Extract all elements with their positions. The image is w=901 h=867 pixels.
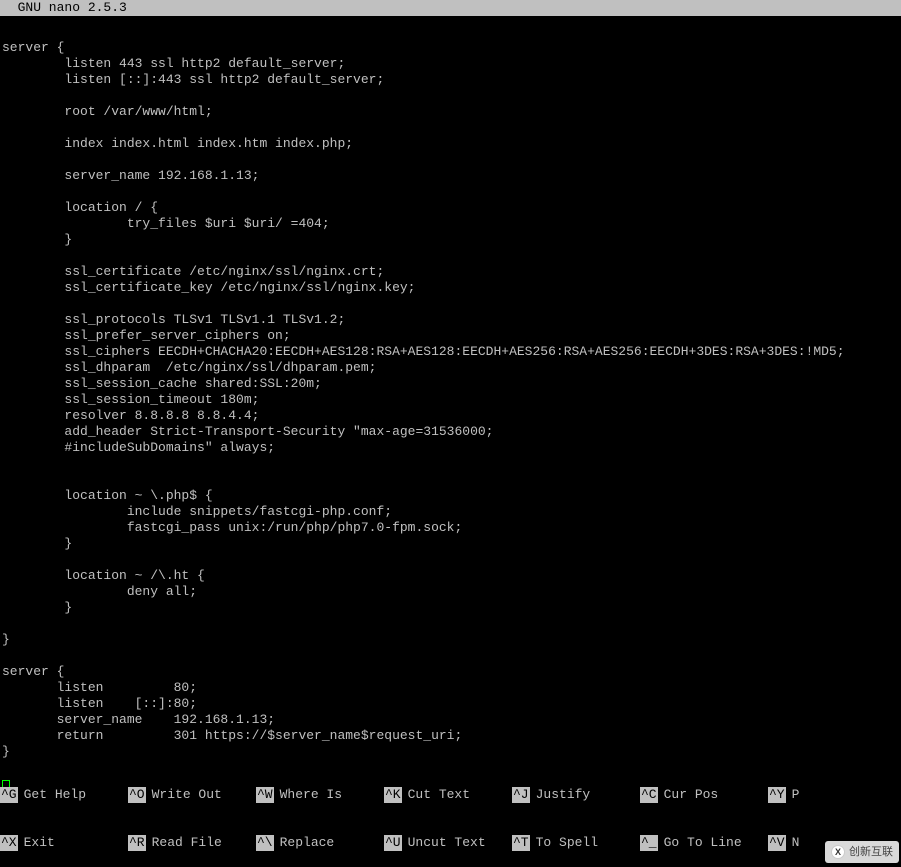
code-line[interactable]: return 301 https://$server_name$request_… (2, 728, 901, 744)
code-line[interactable]: } (2, 632, 901, 648)
code-line[interactable] (2, 472, 901, 488)
code-line[interactable]: listen 80; (2, 680, 901, 696)
code-line[interactable]: include snippets/fastcgi-php.conf; (2, 504, 901, 520)
shortcut-label: Cut Text (402, 787, 470, 803)
code-line[interactable]: } (2, 536, 901, 552)
code-line[interactable]: listen [::]:80; (2, 696, 901, 712)
shortcut-key: ^J (512, 787, 530, 803)
shortcut-item: ^JJustify (512, 787, 640, 803)
shortcut-label: Read File (146, 835, 222, 851)
code-line[interactable]: location / { (2, 200, 901, 216)
shortcut-item: ^\Replace (256, 835, 384, 851)
code-line[interactable]: ssl_ciphers EECDH+CHACHA20:EECDH+AES128:… (2, 344, 901, 360)
code-line[interactable]: add_header Strict-Transport-Security "ma… (2, 424, 901, 440)
code-line[interactable] (2, 616, 901, 632)
code-line[interactable]: ssl_prefer_server_ciphers on; (2, 328, 901, 344)
code-line[interactable]: server_name 192.168.1.13; (2, 712, 901, 728)
shortcut-label: Where Is (274, 787, 342, 803)
shortcut-key: ^W (256, 787, 274, 803)
code-line[interactable] (2, 88, 901, 104)
code-line[interactable] (2, 456, 901, 472)
shortcut-item: ^UUncut Text (384, 835, 512, 851)
code-line[interactable] (2, 648, 901, 664)
shortcut-row-1: ^GGet Help^OWrite Out^WWhere Is^KCut Tex… (0, 787, 901, 803)
title-bar: GNU nano 2.5.3 File: default (0, 0, 901, 16)
watermark-icon: X (831, 845, 845, 859)
shortcut-key: ^X (0, 835, 18, 851)
shortcut-item: ^WWhere Is (256, 787, 384, 803)
code-line[interactable] (2, 184, 901, 200)
code-line[interactable]: } (2, 600, 901, 616)
code-line[interactable]: #includeSubDomains" always; (2, 440, 901, 456)
shortcut-key: ^K (384, 787, 402, 803)
shortcut-key: ^R (128, 835, 146, 851)
shortcut-key: ^_ (640, 835, 658, 851)
code-line[interactable] (2, 552, 901, 568)
shortcut-label: Uncut Text (402, 835, 486, 851)
shortcut-item: ^GGet Help (0, 787, 128, 803)
code-line[interactable] (2, 296, 901, 312)
shortcut-label: Replace (274, 835, 335, 851)
shortcut-label: Write Out (146, 787, 222, 803)
code-line[interactable]: root /var/www/html; (2, 104, 901, 120)
shortcut-item: ^CCur Pos (640, 787, 768, 803)
shortcut-label: P (786, 787, 800, 803)
shortcut-label: Get Help (18, 787, 86, 803)
shortcut-row-2: ^XExit^RRead File^\Replace^UUncut Text^T… (0, 835, 901, 851)
shortcut-label: To Spell (530, 835, 598, 851)
code-line[interactable]: location ~ /\.ht { (2, 568, 901, 584)
shortcut-key: ^\ (256, 835, 274, 851)
filename: default (462, 16, 517, 31)
code-line[interactable]: deny all; (2, 584, 901, 600)
shortcut-item: ^YP (768, 787, 896, 803)
watermark: X 创新互联 (825, 841, 899, 863)
shortcut-item: ^TTo Spell (512, 835, 640, 851)
shortcut-key: ^T (512, 835, 530, 851)
shortcut-item: ^RRead File (128, 835, 256, 851)
code-line[interactable]: ssl_certificate /etc/nginx/ssl/nginx.crt… (2, 264, 901, 280)
code-line[interactable]: try_files $uri $uri/ =404; (2, 216, 901, 232)
code-line[interactable]: location ~ \.php$ { (2, 488, 901, 504)
shortcut-label: Justify (530, 787, 591, 803)
shortcut-label: Exit (18, 835, 55, 851)
shortcut-key: ^G (0, 787, 18, 803)
code-line[interactable]: ssl_protocols TLSv1 TLSv1.1 TLSv1.2; (2, 312, 901, 328)
shortcut-item: ^OWrite Out (128, 787, 256, 803)
code-line[interactable]: listen [::]:443 ssl http2 default_server… (2, 72, 901, 88)
code-line[interactable]: index index.html index.htm index.php; (2, 136, 901, 152)
shortcut-key: ^V (768, 835, 786, 851)
code-line[interactable]: } (2, 232, 901, 248)
shortcut-key: ^Y (768, 787, 786, 803)
code-line[interactable]: resolver 8.8.8.8 8.8.4.4; (2, 408, 901, 424)
shortcut-label: Go To Line (658, 835, 742, 851)
shortcut-item: ^_Go To Line (640, 835, 768, 851)
shortcut-label: Cur Pos (658, 787, 719, 803)
code-line[interactable]: ssl_dhparam /etc/nginx/ssl/dhparam.pem; (2, 360, 901, 376)
code-line[interactable] (2, 120, 901, 136)
code-line[interactable]: fastcgi_pass unix:/run/php/php7.0-fpm.so… (2, 520, 901, 536)
code-line[interactable]: server_name 192.168.1.13; (2, 168, 901, 184)
shortcut-key: ^U (384, 835, 402, 851)
code-line[interactable]: ssl_session_timeout 180m; (2, 392, 901, 408)
code-line[interactable]: listen 443 ssl http2 default_server; (2, 56, 901, 72)
shortcut-key: ^C (640, 787, 658, 803)
code-line[interactable] (2, 152, 901, 168)
editor-content[interactable]: server { listen 443 ssl http2 default_se… (0, 16, 901, 776)
code-line[interactable]: server { (2, 664, 901, 680)
file-indicator: File: default (0, 0, 901, 48)
code-line[interactable] (2, 248, 901, 264)
shortcut-item: ^KCut Text (384, 787, 512, 803)
shortcut-bar: ^GGet Help^OWrite Out^WWhere Is^KCut Tex… (0, 755, 901, 867)
code-line[interactable]: ssl_session_cache shared:SSL:20m; (2, 376, 901, 392)
shortcut-item: ^XExit (0, 835, 128, 851)
shortcut-label: N (786, 835, 800, 851)
watermark-text: 创新互联 (849, 844, 893, 860)
code-line[interactable]: ssl_certificate_key /etc/nginx/ssl/nginx… (2, 280, 901, 296)
shortcut-key: ^O (128, 787, 146, 803)
